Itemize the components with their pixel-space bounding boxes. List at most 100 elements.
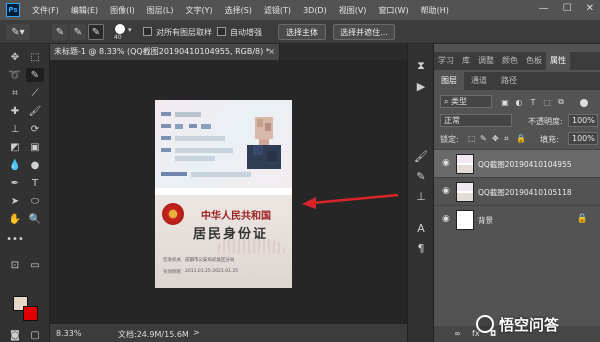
layer-filter-select[interactable]: ⌕ 类型	[440, 95, 492, 108]
visibility-eye-icon[interactable]: ◉	[442, 159, 452, 168]
history-panel-icon[interactable]: ⧗	[413, 58, 429, 74]
background-color-swatch[interactable]	[23, 306, 38, 321]
paragraph-panel-icon[interactable]: ¶	[413, 240, 429, 256]
visibility-eye-icon[interactable]: ◉	[442, 215, 452, 224]
clone-source-icon[interactable]: ⊥	[413, 188, 429, 204]
tab-properties[interactable]: 属性	[546, 52, 570, 70]
brush-settings-icon[interactable]: 🖌	[413, 148, 429, 164]
menu-window[interactable]: 窗口(W)	[378, 5, 408, 16]
lock-image-icon[interactable]: ✎	[480, 134, 487, 143]
front-field-key	[161, 148, 171, 152]
more-tools-icon[interactable]: •••	[6, 232, 24, 246]
zoom-tool-icon[interactable]: 🔍	[26, 212, 44, 226]
dodge-tool-icon[interactable]: ●	[26, 158, 44, 172]
properties-panel-icon[interactable]: ▶	[413, 78, 429, 94]
add-selection-brush-icon[interactable]: ✎	[70, 24, 86, 40]
menu-type[interactable]: 文字(Y)	[185, 5, 212, 16]
pen-tool-icon[interactable]: ✒	[6, 176, 24, 190]
select-and-mask-button[interactable]: 选择并遮住...	[333, 24, 395, 40]
watermark: 悟空问答	[476, 306, 600, 342]
tab-learn[interactable]: 学习	[434, 52, 458, 70]
filter-toggle-icon[interactable]	[580, 99, 588, 107]
lasso-tool-icon[interactable]: ➰	[6, 68, 24, 82]
eraser-tool-icon[interactable]: ◩	[6, 140, 24, 154]
tab-adjustments[interactable]: 调整	[474, 52, 498, 70]
filter-adjustment-icon[interactable]: ◐	[514, 97, 524, 107]
menu-3d[interactable]: 3D(D)	[303, 6, 327, 15]
fill-label: 填充:	[540, 135, 559, 144]
path-selection-tool-icon[interactable]: ➤	[6, 194, 24, 208]
document-size: 文档:24.9M/15.6M	[118, 330, 189, 339]
tab-swatches[interactable]: 色板	[522, 52, 546, 70]
new-selection-brush-icon[interactable]: ✎	[52, 24, 68, 40]
character-panel-icon[interactable]: A	[413, 220, 429, 236]
tool-preset-picker[interactable]: ✎▾	[6, 24, 30, 40]
quick-mask-icon[interactable]: ◙	[6, 328, 24, 342]
tab-paths[interactable]: 路径	[494, 72, 524, 90]
move-tool-icon[interactable]: ✥	[6, 50, 24, 64]
screen-mode-icon[interactable]: ▭	[26, 258, 44, 272]
lock-artboard-icon[interactable]: ⌗	[504, 134, 509, 144]
tab-libraries[interactable]: 库	[458, 52, 474, 70]
brushes-panel-icon[interactable]: ✎	[413, 168, 429, 184]
tab-channels[interactable]: 通道	[464, 72, 494, 90]
filter-shape-icon[interactable]: ⬚	[542, 97, 552, 107]
select-subject-button[interactable]: 选择主体	[278, 24, 326, 40]
history-brush-tool-icon[interactable]: ⟳	[26, 122, 44, 136]
tab-layers[interactable]: 图层	[434, 72, 464, 90]
filter-smart-object-icon[interactable]: ⧉	[556, 97, 566, 107]
sample-all-layers-checkbox[interactable]	[143, 27, 152, 36]
gradient-tool-icon[interactable]: ▣	[26, 140, 44, 154]
brush-tip-icon[interactable]	[115, 24, 125, 34]
brush-tool-icon[interactable]: 🖌	[26, 104, 44, 118]
menu-image[interactable]: 图像(I)	[110, 5, 135, 16]
lock-transparent-icon[interactable]: ⬚	[468, 134, 476, 143]
quick-selection-tool-icon[interactable]: ✎	[26, 68, 44, 82]
lock-all-icon[interactable]: 🔒	[516, 134, 526, 143]
close-document-icon[interactable]: ×	[268, 44, 275, 60]
menu-edit[interactable]: 编辑(E)	[71, 5, 98, 16]
menu-filter[interactable]: 滤镜(T)	[264, 5, 291, 16]
crop-tool-icon[interactable]: ⌗	[6, 86, 24, 100]
edit-toolbar-icon[interactable]: ⊡	[6, 258, 24, 272]
eyedropper-tool-icon[interactable]: ⟋	[26, 86, 44, 100]
menu-view[interactable]: 视图(V)	[339, 5, 367, 16]
clone-stamp-tool-icon[interactable]: ⊥	[6, 122, 24, 136]
filter-pixel-icon[interactable]: ▣	[500, 97, 510, 107]
hand-tool-icon[interactable]: ✋	[6, 212, 24, 226]
menu-file[interactable]: 文件(F)	[32, 5, 59, 16]
subtract-selection-brush-icon[interactable]: ✎	[88, 24, 104, 40]
marquee-tool-icon[interactable]: ⬚	[26, 50, 44, 64]
zoom-level[interactable]: 8.33%	[56, 329, 81, 338]
filter-type-icon[interactable]: T	[528, 97, 538, 107]
menu-select[interactable]: 选择(S)	[225, 5, 252, 16]
status-menu-arrow-icon[interactable]: >	[193, 328, 200, 337]
minimize-button[interactable]: —	[539, 3, 549, 14]
shape-tool-icon[interactable]: ⬭	[26, 194, 44, 208]
opacity-field[interactable]: 100%	[568, 114, 598, 127]
close-window-button[interactable]: ✕	[586, 3, 594, 14]
layer-row[interactable]: ◉ QQ截图20190410105118	[434, 177, 600, 205]
menu-help[interactable]: 帮助(H)	[421, 5, 449, 16]
healing-brush-tool-icon[interactable]: ✚	[6, 104, 24, 118]
blend-mode-select[interactable]: 正常	[440, 114, 512, 127]
document-tab[interactable]: 未标题-1 @ 8.33% (QQ截图20190410104955, RGB/8…	[50, 44, 280, 60]
layer-filter-value: 类型	[451, 97, 468, 106]
layer-name: QQ截图20190410105118	[478, 188, 572, 197]
maximize-button[interactable]: ☐	[563, 3, 572, 14]
auto-enhance-checkbox[interactable]	[217, 27, 226, 36]
visibility-eye-icon[interactable]: ◉	[442, 187, 452, 196]
fill-field[interactable]: 100%	[568, 132, 598, 145]
layer-row[interactable]: ◉ QQ截图20190410104955	[434, 149, 600, 177]
link-layers-icon[interactable]: ∞	[454, 329, 461, 338]
tab-color[interactable]: 颜色	[498, 52, 522, 70]
change-screen-mode-icon[interactable]: ▢	[26, 328, 44, 342]
blur-tool-icon[interactable]: 💧	[6, 158, 24, 172]
type-tool-icon[interactable]: T	[26, 176, 44, 190]
lock-position-icon[interactable]: ✥	[492, 134, 499, 143]
layer-name: QQ截图20190410104955	[478, 160, 572, 169]
layer-row[interactable]: ◉ 背景 🔒	[434, 205, 600, 233]
brush-size-dropdown-icon[interactable]: ▾	[128, 26, 132, 34]
menu-layer[interactable]: 图层(L)	[147, 5, 174, 16]
lock-fill-row: 锁定: ⬚ ✎ ✥ ⌗ 🔒 填充: 100%	[434, 132, 600, 148]
